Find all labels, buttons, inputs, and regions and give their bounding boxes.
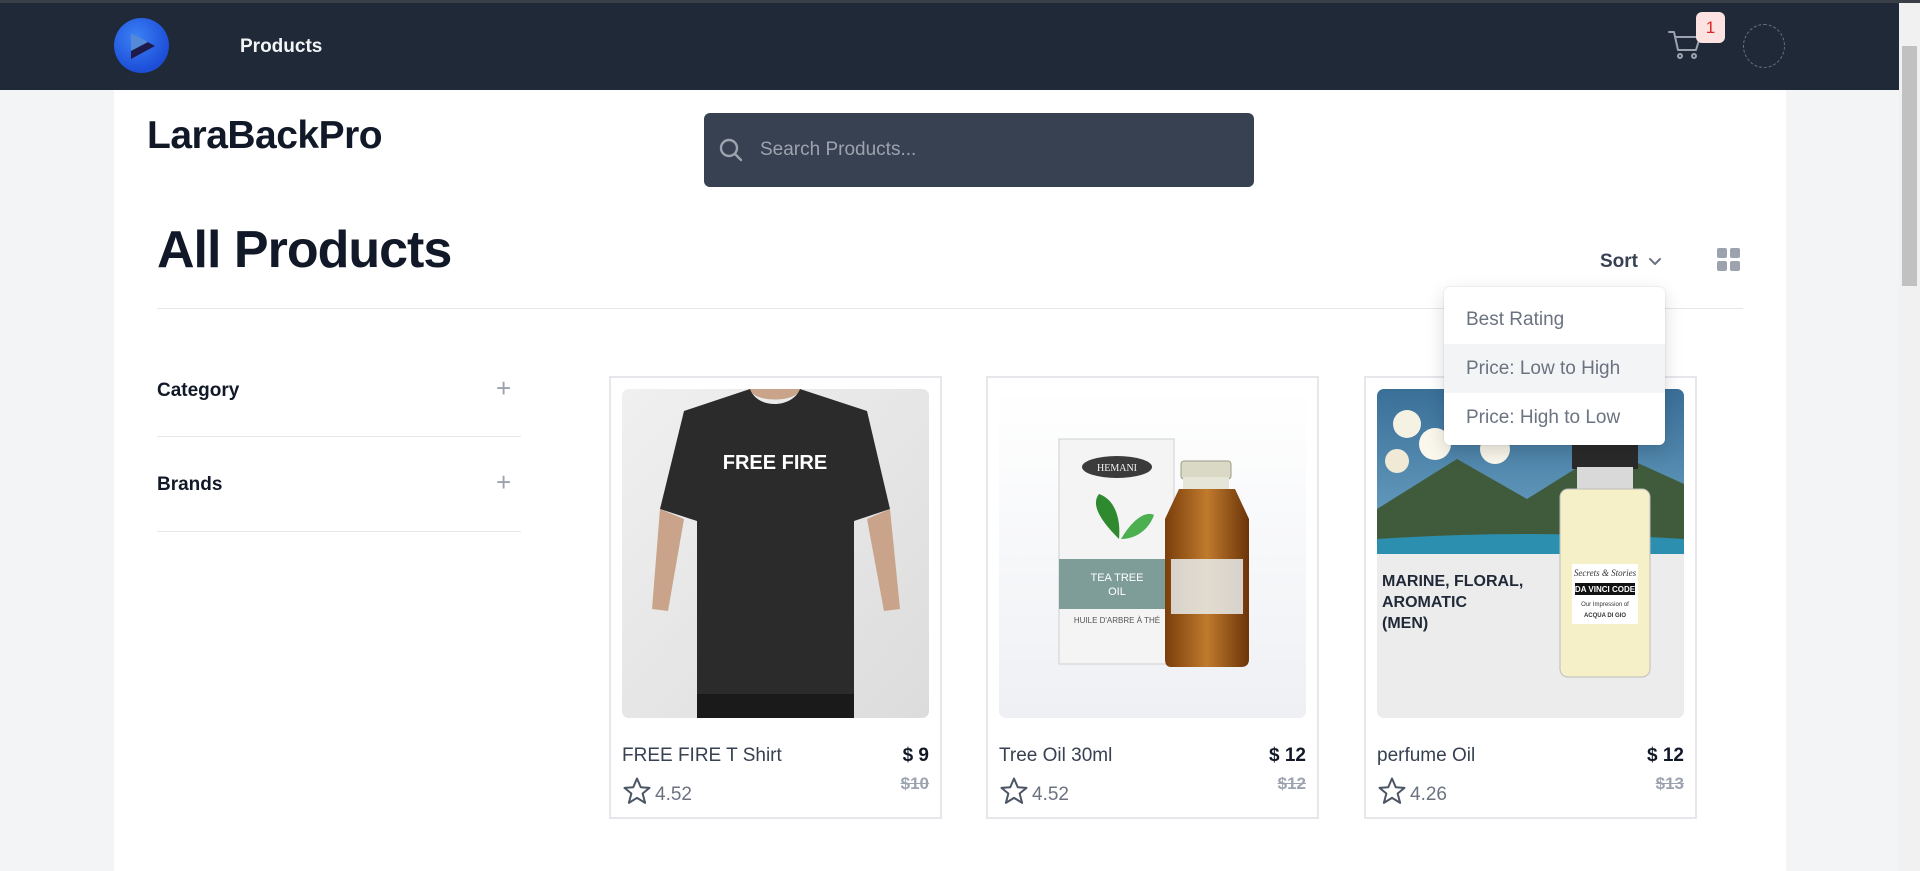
product-rating: 4.52 (1032, 784, 1069, 805)
sort-option-price-low-high[interactable]: Price: Low to High (1444, 344, 1665, 393)
play-logo-icon[interactable] (114, 18, 169, 73)
product-old-price: $12 (1277, 774, 1306, 793)
brand-name[interactable]: LaraBackPro (147, 114, 383, 158)
product-image[interactable]: FREE FIRE (622, 389, 929, 718)
filter-divider (157, 436, 521, 437)
product-name[interactable]: FREE FIRE T Shirt (622, 745, 782, 767)
filter-brands-label[interactable]: Brands (157, 474, 222, 496)
sort-option-price-high-low[interactable]: Price: High to Low (1444, 393, 1665, 442)
star-icon (1000, 777, 1028, 804)
product-image[interactable]: HEMANI TEA TREE OIL HUILE D'ARBRE À THÉ (999, 389, 1306, 718)
filter-category-label[interactable]: Category (157, 380, 239, 402)
product-name[interactable]: Tree Oil 30ml (999, 745, 1112, 767)
image-caption-text: MARINE, FLORAL, (1382, 573, 1523, 590)
scrollbar-thumb[interactable] (1902, 46, 1917, 286)
product-card[interactable]: HEMANI TEA TREE OIL HUILE D'ARBRE À THÉ … (986, 376, 1319, 819)
product-price: $ 12 (1269, 745, 1306, 766)
filter-divider (157, 531, 521, 532)
sort-button[interactable]: Sort (1600, 251, 1638, 273)
cart-count-badge: 1 (1696, 12, 1725, 43)
box-product-text: OIL (1108, 586, 1126, 598)
shirt-print-text: FREE FIRE (723, 452, 827, 474)
grid-view-icon[interactable] (1717, 248, 1741, 272)
avatar[interactable] (1743, 24, 1785, 68)
search-bar[interactable] (704, 113, 1254, 187)
search-input[interactable] (760, 113, 1240, 187)
search-icon (719, 138, 743, 162)
sort-dropdown-menu: Best Rating Price: Low to High Price: Hi… (1444, 287, 1665, 445)
sort-option-best-rating[interactable]: Best Rating (1444, 295, 1665, 344)
star-icon (1378, 777, 1406, 804)
product-rating: 4.52 (655, 784, 692, 805)
nav-link-products[interactable]: Products (240, 36, 322, 58)
image-caption-text: AROMATIC (1382, 594, 1467, 611)
product-card[interactable]: FREE FIRE FREE FIRE T Shirt $ 9 $10 4.52 (609, 376, 942, 819)
chevron-down-icon[interactable] (1647, 253, 1663, 269)
box-brand-text: HEMANI (1097, 463, 1137, 474)
plus-icon[interactable]: + (496, 469, 511, 495)
product-price: $ 12 (1647, 745, 1684, 766)
bottle-subtitle-text: Our Impression of (1581, 602, 1629, 608)
page-title: All Products (157, 221, 452, 279)
bottle-name-text: DA VINCI CODE (1575, 585, 1636, 594)
bottle-subtitle-text: ACQUA DI GIO (1584, 613, 1626, 619)
box-subtitle-text: HUILE D'ARBRE À THÉ (1074, 616, 1160, 625)
product-name[interactable]: perfume Oil (1377, 745, 1475, 767)
star-icon (623, 777, 651, 804)
box-product-text: TEA TREE (1091, 572, 1144, 584)
product-old-price: $13 (1655, 774, 1684, 793)
product-old-price: $10 (900, 774, 929, 793)
plus-icon[interactable]: + (496, 375, 511, 401)
image-caption-text: (MEN) (1382, 615, 1428, 632)
bottle-brand-text: Secrets & Stories (1574, 568, 1637, 578)
product-rating: 4.26 (1410, 784, 1447, 805)
product-price: $ 9 (902, 745, 929, 766)
